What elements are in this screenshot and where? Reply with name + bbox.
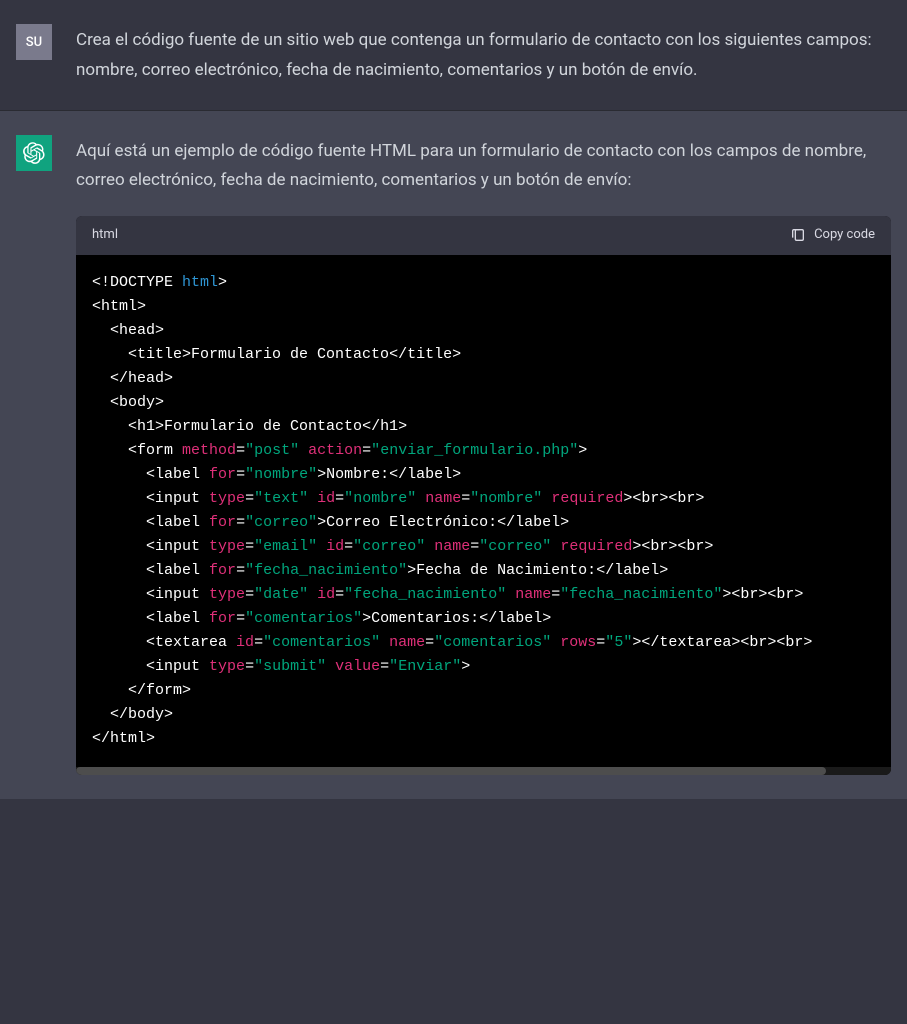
- user-message-text: Crea el código fuente de un sitio web qu…: [76, 24, 891, 86]
- code-language-label: html: [92, 224, 118, 247]
- scrollbar-thumb[interactable]: [76, 767, 826, 775]
- user-message: SU Crea el código fuente de un sitio web…: [0, 0, 907, 110]
- code-block: html Copy code <!DOCTYPE html> <html> <h…: [76, 216, 891, 775]
- code-content: <!DOCTYPE html> <html> <head> <title>For…: [92, 271, 875, 751]
- openai-icon: [23, 142, 45, 164]
- assistant-content: Aquí está un ejemplo de código fuente HT…: [76, 135, 891, 775]
- assistant-message: Aquí está un ejemplo de código fuente HT…: [0, 110, 907, 799]
- assistant-avatar: [16, 135, 52, 171]
- user-avatar: SU: [16, 24, 52, 60]
- horizontal-scrollbar[interactable]: [76, 767, 891, 775]
- code-header: html Copy code: [76, 216, 891, 255]
- copy-code-label: Copy code: [814, 224, 875, 247]
- copy-code-button[interactable]: Copy code: [790, 224, 875, 247]
- user-avatar-initials: SU: [26, 35, 42, 50]
- clipboard-icon: [790, 227, 806, 243]
- code-body[interactable]: <!DOCTYPE html> <html> <head> <title>For…: [76, 255, 891, 767]
- assistant-intro-text: Aquí está un ejemplo de código fuente HT…: [76, 137, 891, 197]
